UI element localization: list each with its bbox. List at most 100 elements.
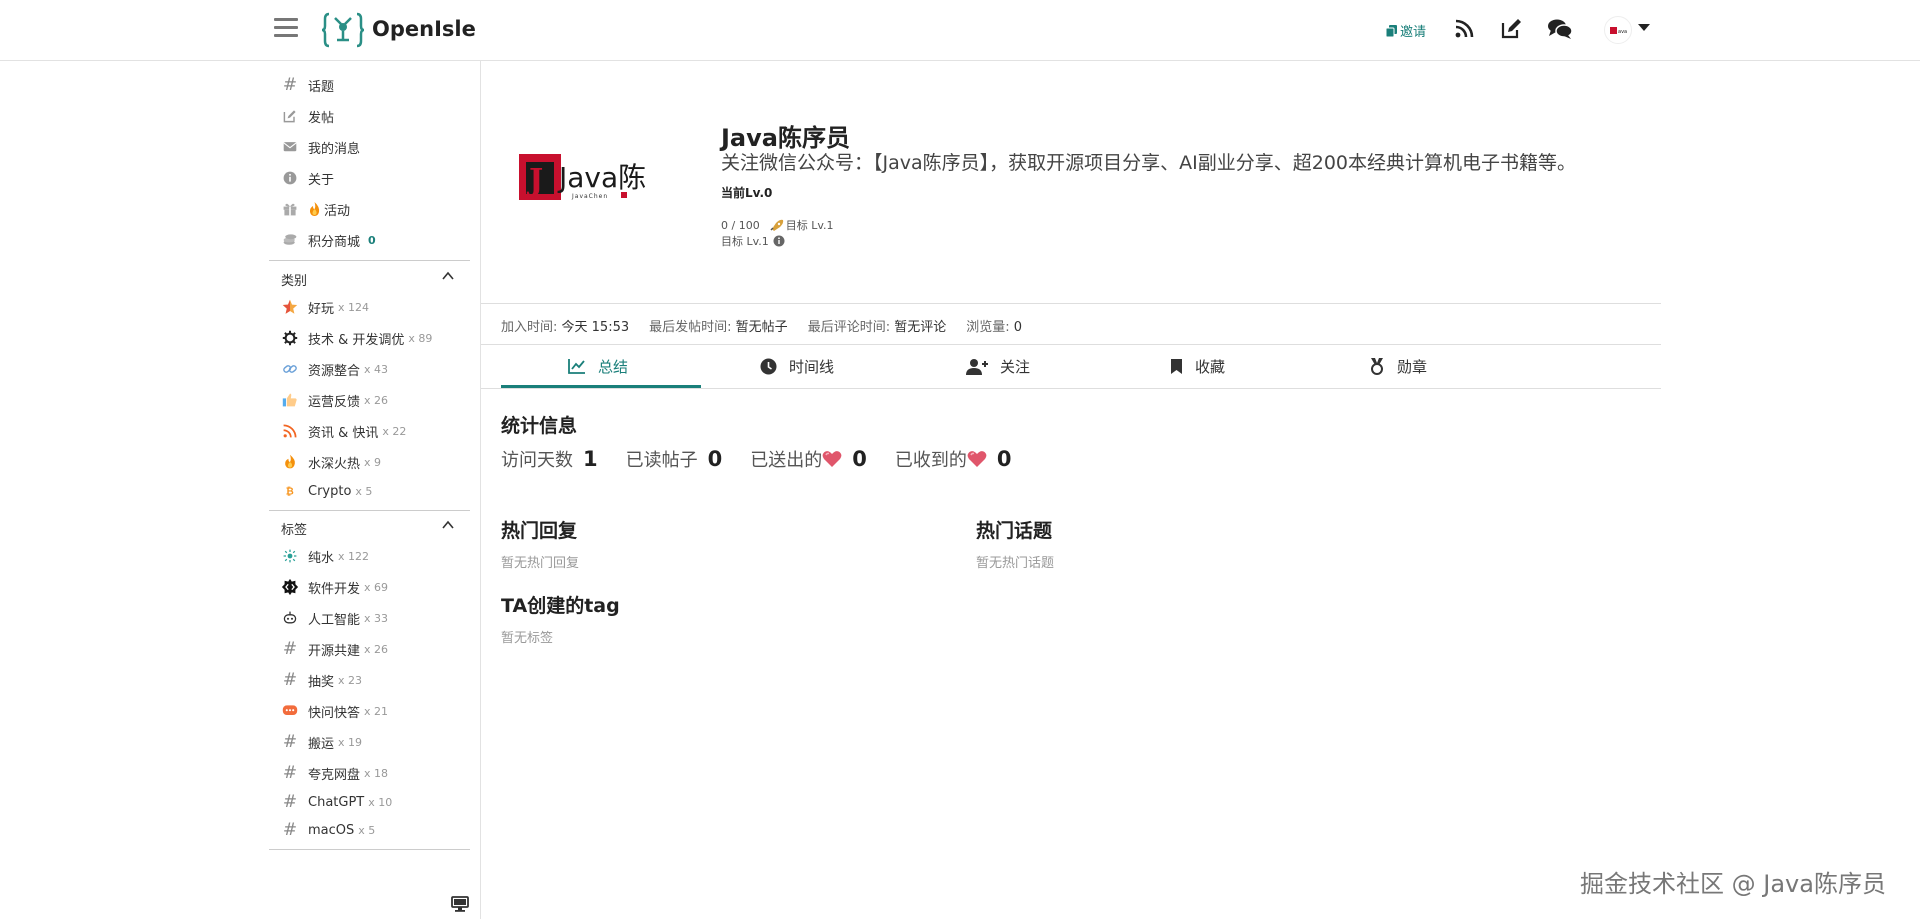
gear-icon — [282, 330, 298, 346]
visit-days-label: 访问天数 — [501, 450, 573, 471]
exp-value: 0 / 100 — [721, 218, 760, 232]
category-item[interactable]: ₿ Crypto x 5 — [269, 479, 373, 503]
rss-icon[interactable] — [1452, 17, 1476, 41]
tag-label: 人工智能 — [308, 612, 361, 628]
tags-created-title: TA创建的tag — [501, 595, 620, 617]
chevron-up-icon[interactable] — [442, 519, 454, 531]
sidebar-item-label: 活动 — [324, 203, 351, 219]
tab-favorites[interactable]: 收藏 — [1170, 345, 1225, 387]
tag-label: 软件开发 — [308, 581, 361, 597]
category-item[interactable]: 水深火热 x 9 — [269, 450, 381, 474]
robot-icon — [283, 611, 297, 624]
sidebar-item-about[interactable]: 关于 — [269, 166, 334, 190]
tag-item[interactable]: 快问快答 x 21 — [269, 699, 388, 723]
hot-replies-title: 热门回复 — [501, 520, 578, 542]
rocket-icon — [770, 219, 783, 231]
watermark: 掘金技术社区 @ Java陈序员 — [1580, 870, 1886, 898]
hash-icon: # — [282, 820, 298, 840]
tab-timeline[interactable]: 时间线 — [760, 345, 834, 387]
tag-count: x 19 — [338, 735, 363, 749]
invite-label: 邀请 — [1400, 25, 1427, 40]
tag-item[interactable]: # 开源共建 x 26 — [269, 637, 388, 661]
chevron-down-icon[interactable] — [1638, 24, 1650, 31]
target-level-2: 目标 Lv.1 — [721, 235, 769, 248]
link-icon — [283, 365, 297, 373]
hash-icon: # — [282, 75, 298, 95]
divider — [481, 388, 1661, 389]
chevron-up-icon[interactable] — [442, 270, 454, 282]
sidebar-item-label: 关于 — [308, 172, 335, 188]
hash-icon: # — [282, 792, 298, 812]
heart-icon — [822, 451, 842, 467]
tag-count: x 5 — [358, 823, 376, 837]
join-time: 加入时间: 今天 15:53 — [501, 320, 630, 335]
category-item[interactable]: 好玩 x 124 — [269, 295, 369, 319]
tag-count: x 122 — [338, 549, 370, 563]
tag-count: x 26 — [364, 642, 389, 656]
sidebar-item-messages[interactable]: 我的消息 — [269, 135, 360, 159]
tags-created-empty: 暂无标签 — [501, 631, 554, 646]
category-item[interactable]: 运营反馈 x 26 — [269, 388, 388, 412]
brand-name[interactable]: OpenIsle — [372, 17, 476, 41]
tags-title: 标签 — [281, 523, 308, 538]
coins-icon — [283, 234, 297, 245]
sidebar-item-points-mall[interactable]: 积分商城 0 — [269, 228, 376, 252]
sidebar-item-label: 话题 — [308, 79, 335, 95]
divider — [269, 510, 470, 511]
bitcoin-icon: ₿ — [286, 487, 294, 498]
tag-label: 纯水 — [308, 550, 335, 566]
tag-label: 夸克网盘 — [308, 767, 361, 783]
mail-icon — [283, 142, 297, 152]
openisle-logo[interactable] — [322, 10, 364, 50]
sidebar: # 话题 发帖 我的消息 关于 活动 积分商城 0 类别 好玩 x 124 技术… — [269, 61, 480, 919]
current-level: 当前Lv.0 — [721, 186, 773, 200]
tab-following[interactable]: 关注 — [966, 345, 1030, 387]
fire-icon — [285, 454, 295, 469]
category-count: x 89 — [408, 331, 433, 345]
category-label: 资讯 & 快讯 — [308, 425, 379, 441]
tag-item[interactable]: # 抽奖 x 23 — [269, 668, 362, 692]
tag-item[interactable]: # ChatGPT x 10 — [269, 790, 392, 814]
code-badge-icon — [281, 578, 299, 596]
desktop-icon[interactable] — [451, 896, 469, 912]
category-item[interactable]: 技术 & 开发调优 x 89 — [269, 326, 432, 350]
top-header: OpenIsle 邀请 ava — [0, 0, 1920, 61]
tag-item[interactable]: # macOS x 5 — [269, 818, 375, 842]
sidebar-item-topics[interactable]: # 话题 — [269, 73, 334, 97]
edit-icon[interactable] — [1499, 17, 1523, 41]
tag-item[interactable]: 软件开发 x 69 — [269, 575, 388, 599]
sidebar-item-new-post[interactable]: 发帖 — [269, 104, 334, 128]
tag-item[interactable]: # 夸克网盘 x 18 — [269, 761, 388, 785]
user-avatar[interactable]: ava — [1604, 16, 1632, 44]
invite-link[interactable]: 邀请 — [1386, 21, 1426, 40]
stats-title: 统计信息 — [501, 415, 578, 437]
tag-item[interactable]: # 搬运 x 19 — [269, 730, 362, 754]
category-label: 技术 & 开发调优 — [308, 332, 405, 348]
tab-medals[interactable]: 勋章 — [1369, 345, 1427, 387]
comments-icon[interactable] — [1547, 17, 1573, 41]
category-count: x 9 — [364, 455, 382, 469]
hash-icon: # — [282, 639, 298, 659]
category-label: Crypto — [308, 483, 352, 499]
tag-count: x 33 — [364, 611, 389, 625]
menu-icon[interactable] — [274, 18, 298, 38]
tag-item[interactable]: 人工智能 x 33 — [269, 606, 388, 630]
info-icon[interactable] — [773, 235, 785, 247]
sparkle-icon — [283, 549, 297, 563]
sidebar-item-label: 发帖 — [308, 110, 335, 126]
category-count: x 5 — [355, 484, 373, 498]
category-item[interactable]: 资讯 & 快讯 x 22 — [269, 419, 406, 443]
category-item[interactable]: 资源整合 x 43 — [269, 357, 388, 381]
category-count: x 124 — [338, 300, 370, 314]
tag-label: 搬运 — [308, 736, 335, 752]
category-label: 好玩 — [308, 301, 335, 317]
tag-label: 快问快答 — [308, 705, 361, 721]
tag-label: 开源共建 — [308, 643, 361, 659]
sidebar-item-events[interactable]: 活动 — [269, 197, 350, 221]
hash-icon: # — [282, 732, 298, 752]
fire-icon — [309, 202, 320, 216]
tag-item[interactable]: 纯水 x 122 — [269, 544, 369, 568]
copy-icon — [1386, 24, 1397, 37]
category-label: 水深火热 — [308, 456, 361, 472]
tab-summary[interactable]: 总结 — [568, 345, 628, 387]
